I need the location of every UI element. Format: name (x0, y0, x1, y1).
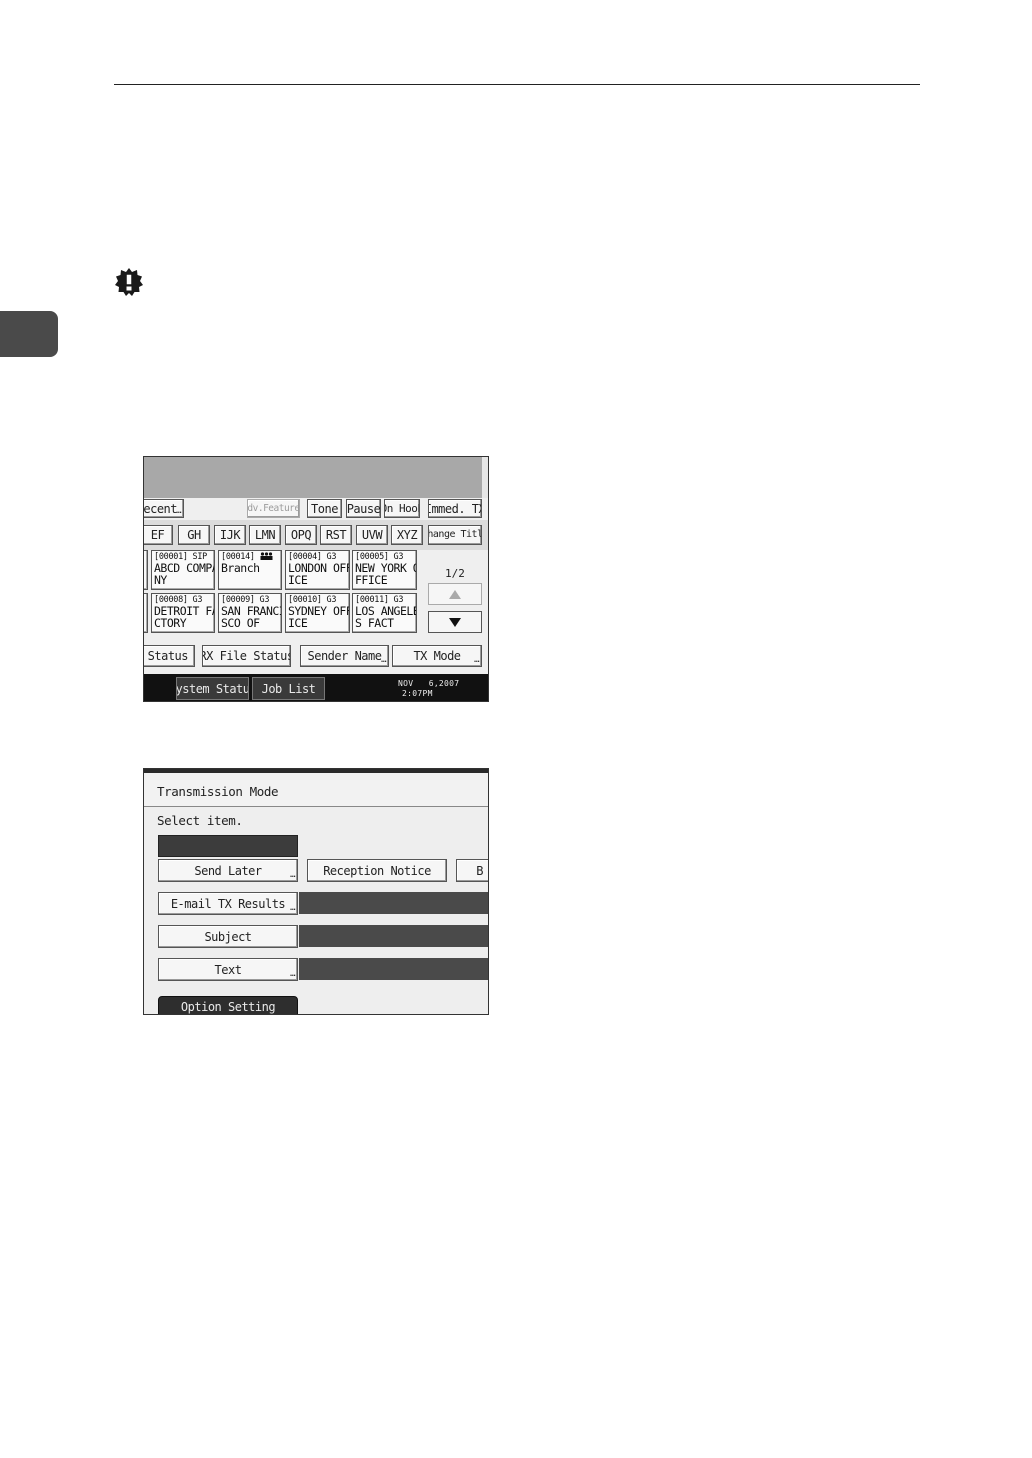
job-list-button[interactable]: Job List (252, 677, 325, 700)
tab-xyz[interactable]: XYZ (391, 525, 423, 545)
tab-ijk[interactable]: IJK (214, 525, 246, 545)
transmission-mode-screen: Transmission Mode Select item. Send Late… (143, 768, 489, 1015)
tab-opq[interactable]: OPQ (285, 525, 317, 545)
cut-off-button[interactable]: B (456, 859, 488, 882)
dialog-title-bar: Transmission Mode (144, 769, 488, 807)
send-later-button[interactable]: Send Later … (158, 859, 298, 882)
time-text: 2:07PM (402, 689, 433, 698)
more-indicator: … (474, 655, 479, 665)
immed-tx-button[interactable]: Immed. TX (428, 499, 482, 518)
destination-key[interactable]: [00011] G3 LOS ANGELE S FACT (352, 593, 417, 633)
top-edge (144, 769, 488, 773)
on-hook-button[interactable]: On Hook (384, 499, 420, 518)
more-indicator: … (290, 870, 295, 880)
more-indicator: … (176, 506, 181, 516)
destination-cut-left-1[interactable] (144, 550, 148, 590)
text-button[interactable]: Text … (158, 958, 298, 981)
destination-name-cont: FFICE (355, 573, 388, 587)
option-setting-tab[interactable]: Option Setting (158, 996, 298, 1014)
more-indicator: … (290, 969, 295, 979)
page-indicator: 1/2 (445, 567, 465, 580)
tx-mode-button[interactable]: TX Mode … (392, 645, 482, 667)
tone-button[interactable]: Tone (307, 499, 342, 518)
destination-key[interactable]: [00005] G3 NEW YORK O FFICE (352, 550, 417, 590)
more-indicator: … (381, 655, 386, 665)
adv-features-button[interactable]: Adv.Features (247, 499, 300, 518)
pause-button[interactable]: Pause (346, 499, 381, 518)
destination-key[interactable]: [00009] G3 SAN FRANCI SCO OF (218, 593, 282, 633)
screen-header-area (144, 457, 482, 498)
date-text: NOV 6,2007 (398, 679, 460, 688)
chapter-tab (0, 311, 58, 357)
important-icon (115, 268, 143, 296)
text-value (299, 958, 488, 980)
destination-key[interactable]: [00014] Branch (218, 550, 282, 590)
selection-display (158, 835, 298, 857)
destination-name-cont: ICE (288, 616, 308, 630)
destination-name-cont: SCO OF (221, 616, 260, 630)
destination-key[interactable]: [00010] G3 SYDNEY OFF ICE (285, 593, 350, 633)
tab-gh[interactable]: GH (178, 525, 210, 545)
system-status-button[interactable]: System Status (176, 677, 249, 700)
sender-name-label: Sender Name (307, 649, 382, 663)
destination-key[interactable]: [00001] SIP ABCD COMPA NY (151, 550, 215, 590)
sender-name-button[interactable]: Sender Name … (300, 645, 389, 667)
email-tx-results-button[interactable]: E-mail TX Results … (158, 892, 298, 915)
subject-button[interactable]: Subject (158, 925, 298, 948)
destination-name: Branch (221, 561, 260, 575)
tab-lmn[interactable]: LMN (249, 525, 281, 545)
subject-value (299, 925, 488, 947)
date-time-display: NOV 6,2007 2:07PM (398, 679, 459, 699)
email-tx-results-label: E-mail TX Results (170, 896, 286, 911)
fax-main-screen: Recent … Adv.Features Tone Pause On Hook… (143, 456, 489, 702)
change-title-button[interactable]: Change Title (428, 525, 482, 545)
tab-rst[interactable]: RST (320, 525, 352, 545)
instruction-text: Select item. (157, 813, 243, 828)
reception-notice-button[interactable]: Reception Notice (307, 859, 447, 882)
header-rule (114, 84, 920, 85)
tx-mode-label: TX Mode (413, 649, 461, 663)
destination-name-cont: NY (154, 573, 167, 587)
destination-name-cont: ICE (288, 573, 308, 587)
destination-name-cont: CTORY (154, 616, 187, 630)
destination-key[interactable]: [00004] G3 LONDON OFF ICE (285, 550, 350, 590)
destination-key[interactable]: [00008] G3 DETROIT FA CTORY (151, 593, 215, 633)
more-indicator: … (290, 903, 295, 913)
down-arrow-icon (449, 617, 461, 627)
email-tx-results-value (299, 892, 488, 914)
recent-button[interactable]: Recent … (143, 499, 184, 518)
up-arrow-icon (449, 589, 461, 599)
file-status-button[interactable]: le Status (144, 645, 195, 667)
dialog-title: Transmission Mode (157, 784, 279, 799)
destination-name-cont: S FACT (355, 616, 394, 630)
tab-uvw[interactable]: UVW (356, 525, 388, 545)
page-down-button[interactable] (428, 611, 482, 633)
text-label: Text (214, 962, 242, 977)
page-up-button[interactable] (428, 583, 482, 605)
rx-file-status-button[interactable]: RX File Status (202, 645, 291, 667)
group-icon (260, 552, 273, 560)
send-later-label: Send Later (194, 863, 262, 878)
tab-ef[interactable]: EF (144, 525, 173, 545)
recent-label: Recent (143, 501, 178, 516)
destination-cut-left-2[interactable] (144, 593, 148, 633)
